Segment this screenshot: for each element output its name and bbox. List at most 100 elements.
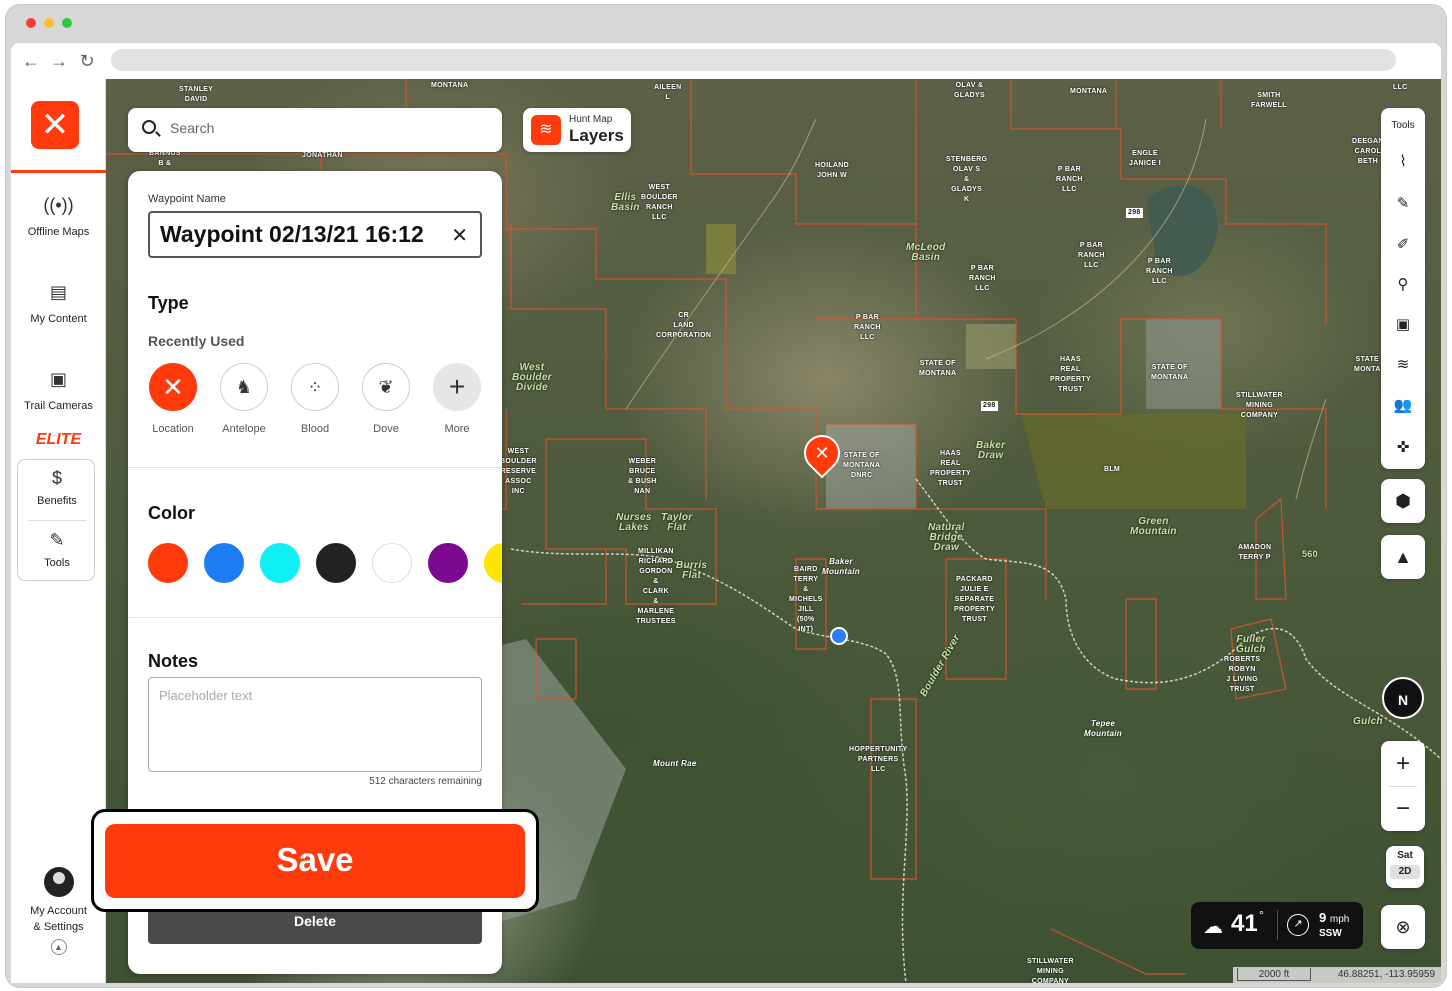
close-window-dot[interactable]: [26, 18, 36, 28]
type-options: ✕ Location ♞ Antelope ⁘ Blood ❦ Dove + M…: [148, 363, 488, 443]
zoom-controls: + −: [1381, 741, 1425, 831]
layers-button[interactable]: ≋ Hunt Map Layers: [523, 108, 631, 152]
wind-speed-value: 9: [1319, 910, 1327, 925]
map-place-label: Fuller Gulch: [1236, 634, 1266, 655]
map-elevation-label: 560: [1302, 549, 1318, 559]
map-parcel-label: ROBERTS ROBYN J LIVING TRUST: [1224, 656, 1261, 693]
map-status-bar: 2000 ft 46.88251, -113.95959: [1233, 967, 1441, 983]
waypoint-name-label: Waypoint Name: [148, 193, 226, 205]
map-parcel-label: STATE OF MONTANA: [919, 360, 957, 377]
wind-icon[interactable]: ≋: [1381, 355, 1425, 373]
color-swatches: [148, 543, 502, 587]
map-parcel-label: ENGLE JANICE I: [1129, 150, 1161, 167]
map-parcel-label: BANNUS B &: [149, 150, 181, 167]
type-dove[interactable]: ❦ Dove: [351, 363, 421, 435]
color-swatch-red[interactable]: [148, 543, 188, 583]
lasso-icon[interactable]: ⌇: [1381, 152, 1425, 170]
minimize-window-dot[interactable]: [44, 18, 54, 28]
map-parcel-label: LLC: [1393, 84, 1408, 91]
basemap-toggle[interactable]: Sat 2D: [1386, 846, 1424, 888]
nav-my-content[interactable]: ▤ My Content: [11, 282, 106, 325]
account-label-line2: & Settings: [33, 921, 84, 933]
map-parcel-label: HAAS REAL PROPERTY TRUST: [930, 450, 971, 487]
color-swatch-blue[interactable]: [204, 543, 244, 583]
notes-textarea[interactable]: [159, 688, 469, 758]
map-parcel-label: WEBER BRUCE & BUSH NAN: [628, 458, 657, 495]
wind-direction-icon: ↗: [1287, 914, 1309, 936]
map-parcel-label: STATE MONTA: [1354, 356, 1381, 373]
sat-label: Sat: [1397, 850, 1413, 861]
map-parcel-label: WEST BOULDER RESERVE ASSOC INC: [500, 448, 537, 495]
waypoint-name-field[interactable]: ✕: [148, 211, 482, 258]
map-place-label: West Boulder Divide: [512, 362, 552, 393]
satellite-icon[interactable]: ✜: [1381, 438, 1425, 456]
waypoint-name-input[interactable]: [160, 221, 440, 248]
map-parcel-label: MILLIKAN RICHARD GORDON & CLARK & MARLEN…: [636, 548, 676, 625]
map-place-label: Baker Mountain: [822, 557, 860, 576]
map-parcel-label: P BAR RANCH LLC: [1146, 258, 1173, 285]
antelope-icon: ♞: [220, 363, 268, 411]
type-blood[interactable]: ⁘ Blood: [280, 363, 350, 435]
pencil-icon[interactable]: ✎: [1381, 194, 1425, 212]
onx-x-icon[interactable]: ✕: [31, 101, 79, 149]
map-pin-icon[interactable]: ⚲: [1381, 275, 1425, 293]
map-place-label: McLeod Basin: [906, 242, 946, 263]
nav-trail-cameras[interactable]: ▣ Trail Cameras: [11, 369, 106, 412]
cloud-rain-icon: ☁: [1203, 916, 1223, 938]
color-swatch-black[interactable]: [316, 543, 356, 583]
color-swatch-white[interactable]: [372, 543, 412, 583]
weather-widget[interactable]: ☁ 41 ° ↗ 9 mph SSW: [1191, 902, 1363, 949]
map-parcel-label: OLAV & GLADYS: [954, 82, 985, 99]
color-swatch-yellow[interactable]: [484, 543, 502, 583]
map-parcel-label: AMADON TERRY P: [1238, 544, 1272, 561]
nav-benefits[interactable]: $ Benefits: [18, 468, 96, 507]
maximize-window-dot[interactable]: [62, 18, 72, 28]
zoom-in-button[interactable]: +: [1381, 741, 1425, 786]
layers-icon: ≋: [531, 115, 561, 145]
gps-icon[interactable]: ⊗: [1381, 905, 1425, 949]
nav-my-content-label: My Content: [30, 313, 87, 325]
color-heading: Color: [148, 503, 195, 523]
hunt-area-icon[interactable]: ⬢: [1381, 479, 1425, 523]
map-place-label: Green Mountain: [1130, 516, 1177, 537]
notes-heading: Notes: [148, 651, 199, 671]
type-location[interactable]: ✕ Location: [138, 363, 208, 435]
url-bar[interactable]: [111, 49, 1396, 71]
map-place-label: Baker Draw: [976, 440, 1006, 461]
chevron-up-icon[interactable]: ▲: [50, 939, 67, 955]
nav-tools[interactable]: ✎ Tools: [18, 530, 96, 569]
eraser-icon[interactable]: ✐: [1381, 235, 1425, 253]
current-location-dot: [830, 627, 848, 645]
people-icon[interactable]: 👥: [1381, 396, 1425, 414]
terrain-icon[interactable]: ▲: [1381, 535, 1425, 579]
map-parcel-label: STENBERG OLAV S & GLADYS K: [946, 156, 988, 203]
trail-camera-icon[interactable]: ▣: [1381, 315, 1425, 333]
type-antelope[interactable]: ♞ Antelope: [209, 363, 279, 435]
search-bar[interactable]: [128, 108, 502, 152]
notes-field[interactable]: [148, 677, 482, 772]
section-divider: [128, 467, 502, 468]
save-button[interactable]: Save: [105, 824, 525, 898]
location-x-icon: ✕: [149, 363, 197, 411]
color-swatch-purple[interactable]: [428, 543, 468, 583]
back-arrow-icon[interactable]: ←: [21, 51, 41, 72]
nav-trail-cameras-label: Trail Cameras: [24, 400, 93, 412]
clear-icon[interactable]: ✕: [451, 223, 468, 248]
characters-remaining: 512 characters remaining: [369, 776, 482, 787]
elite-box: $ Benefits ✎ Tools: [17, 459, 95, 581]
elite-badge: ELITE: [35, 431, 82, 448]
search-input[interactable]: [170, 120, 470, 136]
weather-divider: [1277, 910, 1278, 940]
map-place-label: Nurses Lakes: [616, 512, 652, 533]
color-swatch-cyan[interactable]: [260, 543, 300, 583]
reload-icon[interactable]: ↻: [77, 51, 97, 72]
compass-button[interactable]: N: [1382, 677, 1424, 719]
zoom-out-button[interactable]: −: [1381, 786, 1425, 831]
type-heading: Type: [148, 293, 189, 313]
map-scale: 2000 ft: [1237, 968, 1311, 981]
nav-offline-maps[interactable]: ((•)) Offline Maps: [11, 195, 106, 238]
forward-arrow-icon[interactable]: →: [49, 51, 69, 72]
type-more[interactable]: + More: [422, 363, 492, 435]
map-parcel-label: HOPPERTUNITY PARTNERS LLC: [849, 746, 908, 773]
map-place-label: Taylor Flat: [661, 512, 693, 533]
